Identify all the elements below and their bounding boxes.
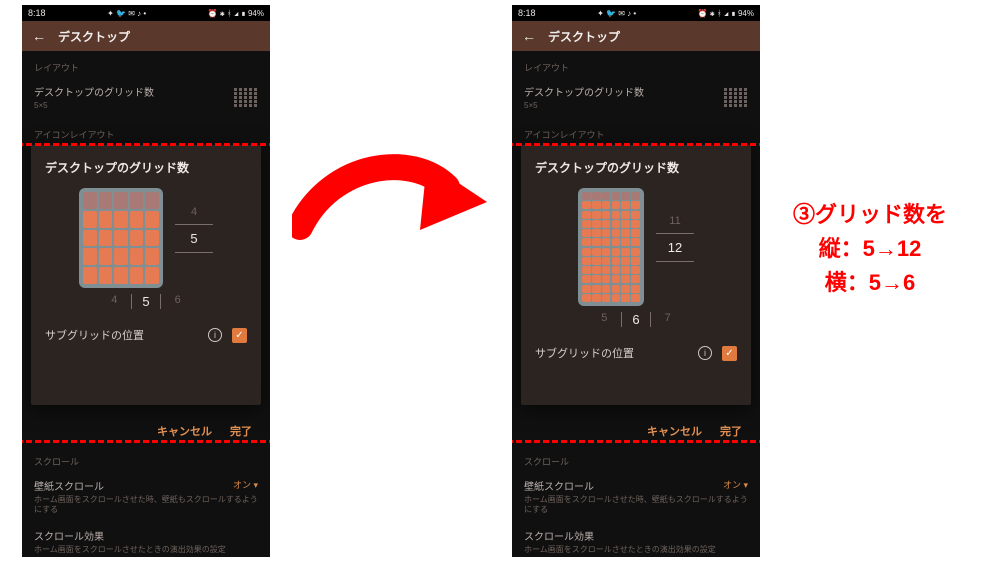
section-scroll: スクロール bbox=[22, 445, 270, 472]
grid-dialog-before: デスクトップのグリッド数 4 5 4 5 6 bbox=[31, 145, 261, 405]
row-grid-count[interactable]: デスクトップのグリッド数 5×5 bbox=[512, 78, 760, 118]
header-title: デスクトップ bbox=[548, 28, 620, 45]
stage: 8:18 ✦ 🐦 ✉ ♪ • ⏰ ✱ ᚼ ◢ ▮ 94% ← デスクトップ レイ… bbox=[0, 0, 1000, 563]
row-wallpaper-scroll[interactable]: 壁紙スクロール オン ▾ ホーム画面をスクロールさせた時、壁紙もスクロールするよ… bbox=[512, 472, 760, 522]
section-layout: レイアウト bbox=[512, 51, 760, 78]
cancel-button[interactable]: キャンセル bbox=[647, 423, 702, 439]
dialog-buttons: キャンセル 完了 bbox=[629, 409, 760, 443]
picker-area: 11 12 bbox=[535, 188, 737, 306]
status-bar: 8:18 ✦ 🐦 ✉ ♪ • ⏰ ✱ ᚼ ◢ ▮ 94% bbox=[22, 5, 270, 21]
rows-next bbox=[192, 253, 195, 277]
caption-line3: 横：5→6 bbox=[745, 266, 995, 300]
row-grid-sub: 5×5 bbox=[34, 101, 154, 110]
cols-next: 7 bbox=[665, 312, 671, 327]
scroll-effect-desc: ホーム画面をスクロールさせたときの演出効果の設定 bbox=[34, 545, 258, 555]
scroll-effect-desc: ホーム画面をスクロールさせたときの演出効果の設定 bbox=[524, 545, 748, 555]
status-right-icons: ⏰ ✱ ᚼ ◢ ▮ 94% bbox=[698, 9, 754, 18]
row-grid-label: デスクトップのグリッド数 bbox=[524, 88, 644, 99]
header-title: デスクトップ bbox=[58, 28, 130, 45]
wallpaper-scroll-title: 壁紙スクロール bbox=[34, 478, 104, 493]
cancel-button[interactable]: キャンセル bbox=[157, 423, 212, 439]
status-right-icons: ⏰ ✱ ᚼ ◢ ▮ 94% bbox=[208, 9, 264, 18]
caption-line1: ③グリッド数を bbox=[745, 198, 995, 232]
cols-prev: 4 bbox=[111, 294, 117, 309]
cols-picker[interactable]: 5 6 7 bbox=[535, 312, 737, 327]
rows-selected: 5 bbox=[175, 224, 213, 253]
cols-selected: 6 bbox=[621, 312, 650, 327]
picker-area: 4 5 bbox=[45, 188, 247, 288]
cols-next: 6 bbox=[175, 294, 181, 309]
dialog-buttons: キャンセル 完了 bbox=[139, 409, 270, 443]
wallpaper-scroll-value[interactable]: オン ▾ bbox=[723, 478, 748, 493]
row-scroll-effect[interactable]: スクロール効果 ホーム画面をスクロールさせたときの演出効果の設定 bbox=[22, 522, 270, 557]
annotation-caption: ③グリッド数を 縦：5→12 横：5→6 bbox=[745, 198, 995, 300]
wallpaper-scroll-title: 壁紙スクロール bbox=[524, 478, 594, 493]
caption-line2: 縦：5→12 bbox=[745, 232, 995, 266]
section-iconlayout: アイコンレイアウト bbox=[22, 118, 270, 145]
cols-selected: 5 bbox=[131, 294, 160, 309]
done-button[interactable]: 完了 bbox=[230, 423, 252, 439]
back-icon[interactable]: ← bbox=[32, 28, 46, 44]
done-button[interactable]: 完了 bbox=[720, 423, 742, 439]
cols-prev: 5 bbox=[601, 312, 607, 327]
scroll-effect-title: スクロール効果 bbox=[34, 528, 104, 543]
grid-dialog-after: デスクトップのグリッド数 bbox=[521, 145, 751, 405]
row-wallpaper-scroll[interactable]: 壁紙スクロール オン ▾ ホーム画面をスクロールさせた時、壁紙もスクロールするよ… bbox=[22, 472, 270, 522]
status-left-icons: ✦ 🐦 ✉ ♪ • bbox=[107, 9, 146, 18]
scroll-effect-title: スクロール効果 bbox=[524, 528, 594, 543]
status-time: 8:18 bbox=[28, 8, 46, 18]
dialog-title: デスクトップのグリッド数 bbox=[535, 159, 737, 176]
cols-picker[interactable]: 4 5 6 bbox=[45, 294, 247, 309]
row-grid-label: デスクトップのグリッド数 bbox=[34, 88, 154, 99]
row-scroll-effect[interactable]: スクロール効果 ホーム画面をスクロールさせたときの演出効果の設定 bbox=[512, 522, 760, 557]
rows-prev: 4 bbox=[191, 200, 197, 224]
subgrid-checkbox[interactable]: ✓ bbox=[232, 328, 247, 343]
status-bar: 8:18 ✦ 🐦 ✉ ♪ • ⏰ ✱ ᚼ ◢ ▮ 94% bbox=[512, 5, 760, 21]
back-icon[interactable]: ← bbox=[522, 28, 536, 44]
subgrid-checkbox[interactable]: ✓ bbox=[722, 346, 737, 361]
rows-prev: 11 bbox=[669, 209, 680, 233]
rows-selected: 12 bbox=[656, 233, 694, 262]
wallpaper-scroll-value[interactable]: オン ▾ bbox=[233, 478, 258, 493]
info-icon[interactable]: i bbox=[698, 346, 712, 360]
status-left-icons: ✦ 🐦 ✉ ♪ • bbox=[597, 9, 636, 18]
rows-next bbox=[673, 262, 676, 286]
app-header: ← デスクトップ bbox=[512, 21, 760, 51]
row-grid-sub: 5×5 bbox=[524, 101, 644, 110]
status-time: 8:18 bbox=[518, 8, 536, 18]
row-grid-count[interactable]: デスクトップのグリッド数 5×5 bbox=[22, 78, 270, 118]
subgrid-label: サブグリッドの位置 bbox=[45, 327, 144, 343]
wallpaper-scroll-desc: ホーム画面をスクロールさせた時、壁紙もスクロールするようにする bbox=[34, 495, 258, 516]
rows-picker[interactable]: 4 5 bbox=[175, 200, 213, 277]
phone-before: 8:18 ✦ 🐦 ✉ ♪ • ⏰ ✱ ᚼ ◢ ▮ 94% ← デスクトップ レイ… bbox=[22, 5, 270, 557]
info-icon[interactable]: i bbox=[208, 328, 222, 342]
section-iconlayout: アイコンレイアウト bbox=[512, 118, 760, 145]
grid-preview bbox=[578, 188, 644, 306]
subgrid-row: サブグリッドの位置 i ✓ bbox=[535, 345, 737, 361]
phone-after: 8:18 ✦ 🐦 ✉ ♪ • ⏰ ✱ ᚼ ◢ ▮ 94% ← デスクトップ レイ… bbox=[512, 5, 760, 557]
subgrid-row: サブグリッドの位置 i ✓ bbox=[45, 327, 247, 343]
grid-preview bbox=[79, 188, 163, 288]
rows-picker[interactable]: 11 12 bbox=[656, 209, 694, 286]
grid-icon bbox=[724, 88, 748, 107]
app-header: ← デスクトップ bbox=[22, 21, 270, 51]
subgrid-label: サブグリッドの位置 bbox=[535, 345, 634, 361]
section-layout: レイアウト bbox=[22, 51, 270, 78]
arrow-icon bbox=[292, 132, 492, 272]
dialog-title: デスクトップのグリッド数 bbox=[45, 159, 247, 176]
wallpaper-scroll-desc: ホーム画面をスクロールさせた時、壁紙もスクロールするようにする bbox=[524, 495, 748, 516]
section-scroll: スクロール bbox=[512, 445, 760, 472]
grid-icon bbox=[234, 88, 258, 107]
